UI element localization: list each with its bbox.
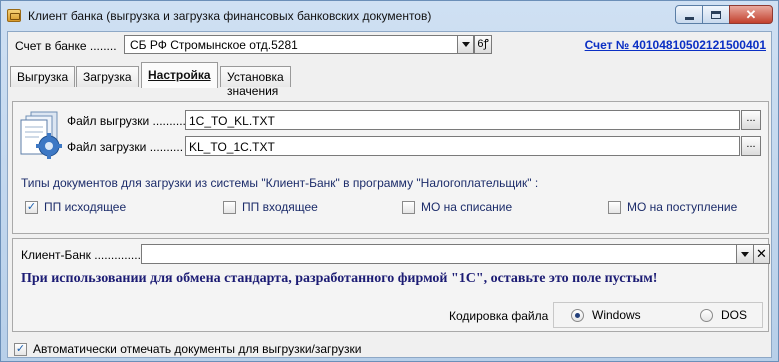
checkbox[interactable]: [608, 200, 621, 214]
client-bank-clear-button[interactable]: ✕: [753, 244, 770, 264]
tab-import[interactable]: Загрузка: [76, 66, 139, 87]
doc-types-caption: Типы документов для загрузки из системы …: [21, 176, 539, 190]
account-label: Счет в банке ........: [15, 39, 117, 53]
doc-type-label: ПП входящее: [242, 200, 318, 214]
account-number-link[interactable]: Счет № 40104810502121500401: [585, 38, 766, 52]
close-icon: ✕: [745, 6, 757, 22]
tab-export[interactable]: Выгрузка: [10, 66, 76, 87]
client-bank-note: При использовании для обмена стандарта, …: [21, 271, 658, 286]
minimize-icon: [684, 16, 694, 20]
doc-type-pp-outgoing[interactable]: ✓ ПП исходящее: [25, 200, 126, 214]
main-window: Клиент банка (выгрузка и загрузка финанс…: [0, 0, 779, 362]
checkbox[interactable]: ✓: [25, 200, 38, 214]
account-picker-button[interactable]: 6ꝭ: [474, 35, 492, 54]
doc-type-label: МО на списание: [421, 200, 513, 214]
export-file-input[interactable]: 1C_TO_KL.TXT: [185, 110, 740, 130]
client-bank-dropdown-button[interactable]: [736, 244, 754, 264]
client-bank-panel: Клиент-Банк .............. ✕ При использ…: [12, 238, 770, 332]
window-title: Клиент банка (выгрузка и загрузка финанс…: [28, 9, 432, 23]
checkbox[interactable]: [402, 200, 415, 214]
doc-type-mo-debit[interactable]: МО на списание: [402, 200, 512, 214]
maximize-icon: [711, 10, 721, 19]
import-file-label: Файл загрузки ..........: [67, 140, 184, 154]
tab-operation-value[interactable]: Установка значения операции при загрузке: [220, 66, 291, 140]
account-select[interactable]: СБ РФ Стромынское отд.5281: [124, 35, 462, 54]
encoding-dos-label: DOS: [721, 308, 748, 322]
encoding-dos-radio[interactable]: [700, 309, 713, 322]
close-button[interactable]: ✕: [729, 5, 773, 24]
encoding-label: Кодировка файла: [449, 309, 549, 323]
encoding-radio-group: Windows DOS: [553, 302, 763, 328]
import-file-browse-button[interactable]: ...: [741, 136, 761, 156]
encoding-windows-radio[interactable]: [571, 309, 584, 322]
files-panel: Файл выгрузки .......... 1C_TO_KL.TXT ..…: [12, 101, 769, 234]
doc-type-mo-credit[interactable]: МО на поступление: [608, 200, 737, 214]
import-file-input[interactable]: KL_TO_1C.TXT: [185, 136, 740, 156]
auto-mark-row[interactable]: ✓ Автоматически отмечать документы для в…: [14, 342, 361, 356]
doc-type-label: МО на поступление: [627, 200, 738, 214]
minimize-button[interactable]: [675, 5, 703, 24]
client-area: Счет в банке ........ СБ РФ Стромынское …: [7, 31, 772, 358]
export-file-browse-button[interactable]: ...: [741, 110, 761, 130]
chevron-down-icon: [461, 42, 470, 47]
client-bank-label: Клиент-Банк ..............: [21, 248, 141, 262]
account-dropdown-button[interactable]: [457, 35, 474, 54]
doc-type-label: ПП исходящее: [44, 200, 127, 214]
export-file-label: Файл выгрузки ..........: [67, 114, 186, 128]
checkbox[interactable]: [223, 200, 236, 214]
doc-type-pp-incoming[interactable]: ПП входящее: [223, 200, 318, 214]
maximize-button[interactable]: [702, 5, 730, 24]
title-bar[interactable]: Клиент банка (выгрузка и загрузка финанс…: [1, 1, 778, 31]
auto-mark-label: Автоматически отмечать документы для выг…: [33, 342, 362, 356]
chevron-down-icon: [741, 251, 749, 257]
client-bank-select[interactable]: [141, 244, 737, 264]
window-controls: ✕: [675, 5, 773, 24]
tab-settings[interactable]: Настройка: [141, 62, 218, 88]
encoding-windows-label: Windows: [592, 308, 641, 322]
auto-mark-checkbox[interactable]: ✓: [14, 342, 27, 356]
app-icon: [7, 9, 21, 22]
document-settings-icon: [20, 111, 62, 159]
